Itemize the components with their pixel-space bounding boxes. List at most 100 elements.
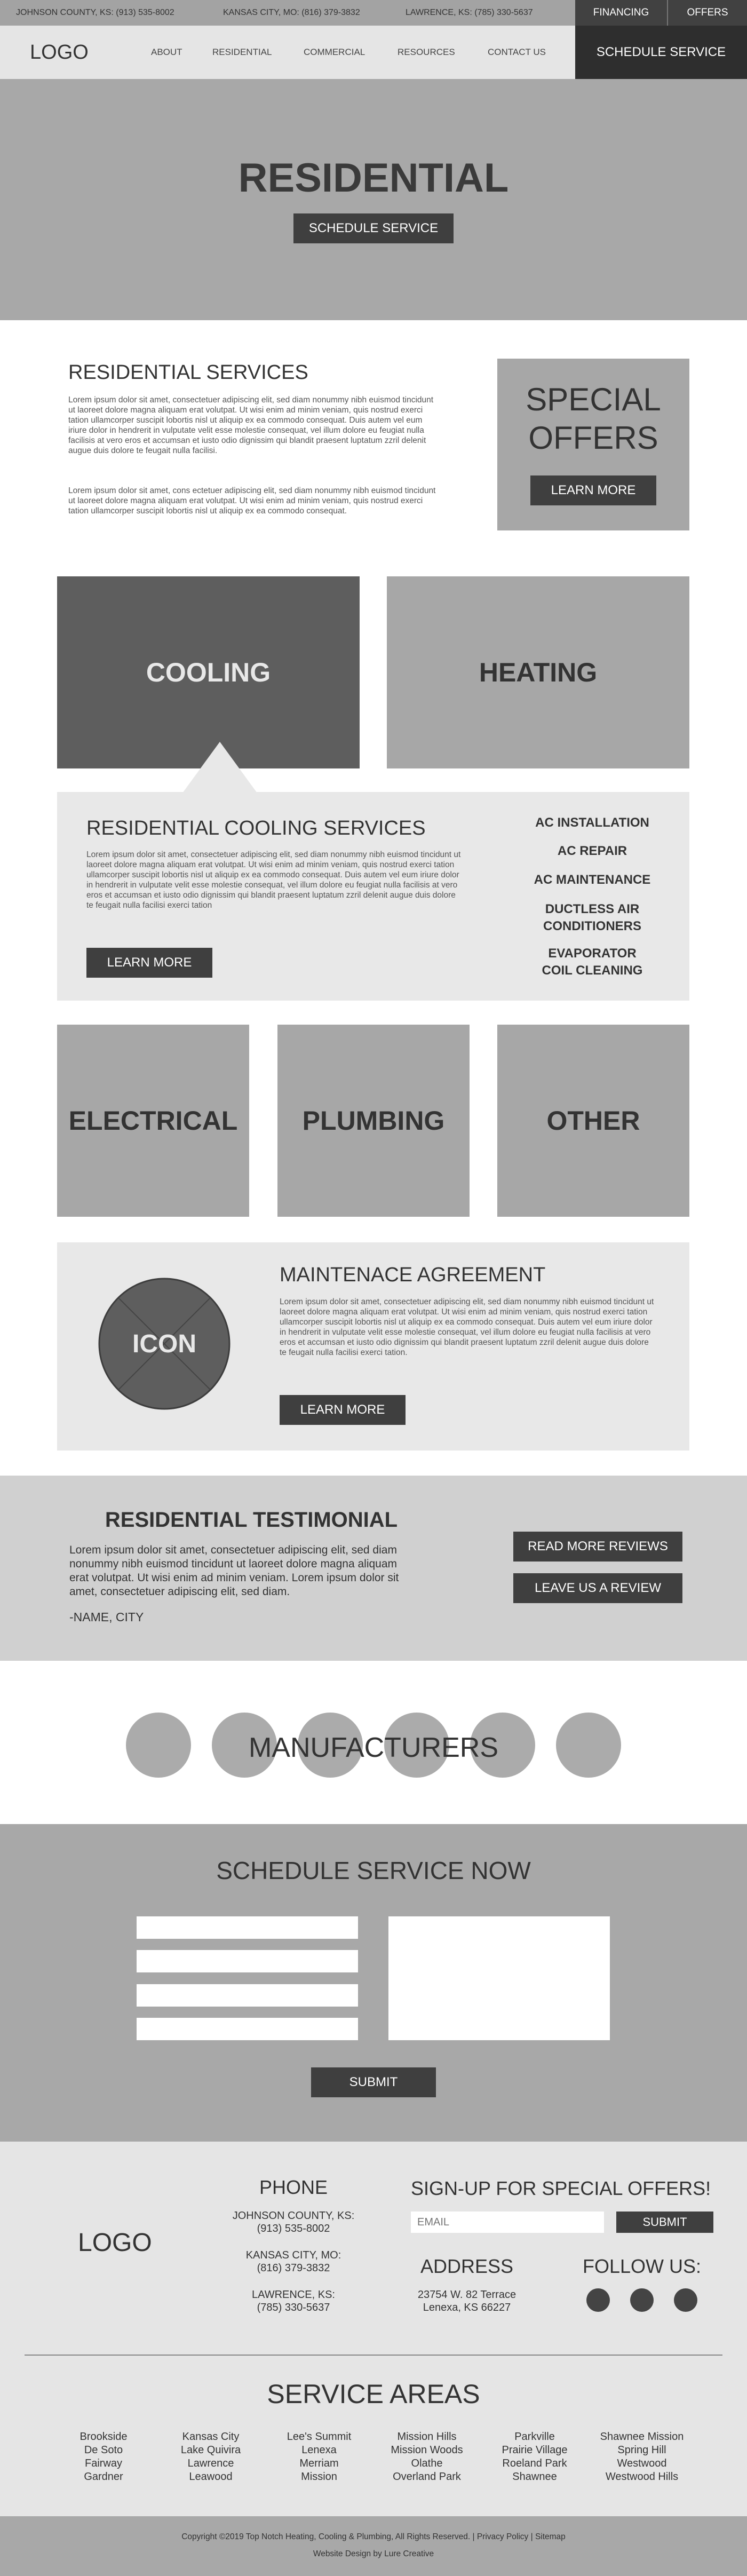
service-area-column: Mission Hills Mission Woods Olathe Overl… <box>382 2430 472 2484</box>
leave-review-button[interactable]: LEAVE US A REVIEW <box>513 1573 682 1603</box>
cooling-services-title: RESIDENTIAL COOLING SERVICES <box>86 817 426 839</box>
electrical-tile[interactable]: ELECTRICAL <box>57 1025 249 1217</box>
service-area-link[interactable]: De Soto <box>58 2444 149 2457</box>
service-area-column: Lee's Summit Lenexa Merriam Mission <box>274 2430 364 2484</box>
service-area-link[interactable]: Brookside <box>58 2430 149 2444</box>
service-area-link[interactable]: Westwood <box>597 2457 687 2470</box>
service-area-link[interactable]: Mission Woods <box>382 2444 472 2457</box>
topbar-phone-kansas-city[interactable]: KANSAS CITY, MO: (816) 379-3832 <box>223 0 360 26</box>
social-icon[interactable] <box>586 2288 610 2312</box>
copyright-text: Copyright ©2019 Top Notch Heating, Cooli… <box>181 2532 566 2541</box>
service-area-link[interactable]: Mission <box>274 2470 364 2484</box>
social-icon[interactable] <box>674 2288 697 2312</box>
maintenance-text: Lorem ipsum dolor sit amet, consectetuer… <box>280 1297 654 1357</box>
social-icon[interactable] <box>630 2288 654 2312</box>
testimonial-title: RESIDENTIAL TESTIMONIAL <box>105 1508 398 1532</box>
topbar-phone-johnson-county[interactable]: JOHNSON COUNTY, KS: (913) 535-8002 <box>16 0 174 26</box>
special-offers-line1: SPECIAL <box>526 381 661 417</box>
name-field[interactable] <box>137 1916 358 1939</box>
service-area-link[interactable]: Merriam <box>274 2457 364 2470</box>
nav-residential[interactable]: RESIDENTIAL <box>212 26 272 79</box>
panel-pointer-arrow <box>182 742 257 793</box>
service-area-link[interactable]: Mission Hills <box>382 2430 472 2444</box>
offers-link[interactable]: OFFERS <box>668 0 747 26</box>
footer-phone-city: LAWRENCE, KS: <box>252 2289 335 2301</box>
ac-maintenance-link[interactable]: AC MAINTENANCE <box>510 873 675 887</box>
nav-resources[interactable]: RESOURCES <box>398 26 455 79</box>
service-area-link[interactable]: Shawnee <box>489 2470 580 2484</box>
service-area-column: Shawnee Mission Spring Hill Westwood Wes… <box>597 2430 687 2484</box>
address-title: ADDRESS <box>420 2255 514 2277</box>
service-area-link[interactable]: Shawnee Mission <box>597 2430 687 2444</box>
service-area-link[interactable]: Leawood <box>165 2470 256 2484</box>
residential-services-title: RESIDENTIAL SERVICES <box>68 361 308 384</box>
service-area-link[interactable]: Lee's Summit <box>274 2430 364 2444</box>
heating-tile[interactable]: HEATING <box>387 576 689 768</box>
other-tile[interactable]: OTHER <box>497 1025 689 1217</box>
signup-submit-button[interactable]: SUBMIT <box>616 2212 713 2233</box>
testimonial-text: Lorem ipsum dolor sit amet, consectetuer… <box>69 1544 399 1598</box>
maintenance-learn-more-button[interactable]: LEARN MORE <box>280 1395 406 1425</box>
footer-logo[interactable]: LOGO <box>78 2228 152 2257</box>
service-area-column: Parkville Prairie Village Roeland Park S… <box>489 2430 580 2484</box>
read-more-reviews-button[interactable]: READ MORE REVIEWS <box>513 1532 682 1562</box>
topbar-phone-lawrence[interactable]: LAWRENCE, KS: (785) 330-5637 <box>406 0 533 26</box>
service-area-link[interactable]: Parkville <box>489 2430 580 2444</box>
address-field[interactable] <box>137 2018 358 2040</box>
intro-paragraph-2: Lorem ipsum dolor sit amet, cons ectetue… <box>68 486 436 516</box>
email-field[interactable] <box>137 1950 358 1972</box>
service-area-link[interactable]: Roeland Park <box>489 2457 580 2470</box>
nav-contact-us[interactable]: CONTACT US <box>488 26 546 79</box>
footer-phone-city: JOHNSON COUNTY, KS: <box>232 2210 355 2222</box>
special-offers-learn-more-button[interactable]: LEARN MORE <box>530 475 656 505</box>
ductless-ac-link[interactable]: DUCTLESS AIR CONDITIONERS <box>526 901 659 935</box>
schedule-service-header-button[interactable]: SCHEDULE SERVICE <box>575 26 747 79</box>
address-line-1: 23754 W. 82 Terrace <box>417 2289 516 2301</box>
top-bar: JOHNSON COUNTY, KS: (913) 535-8002 KANSA… <box>0 0 747 26</box>
service-area-link[interactable]: Fairway <box>58 2457 149 2470</box>
schedule-title: SCHEDULE SERVICE NOW <box>216 1857 531 1884</box>
logo[interactable]: LOGO <box>30 26 89 79</box>
service-area-link[interactable]: Overland Park <box>382 2470 472 2484</box>
financing-link[interactable]: FINANCING <box>575 0 667 26</box>
ac-installation-link[interactable]: AC INSTALLATION <box>510 815 675 830</box>
signup-email-input[interactable] <box>411 2212 604 2233</box>
maintenance-icon-label: ICON <box>132 1329 196 1358</box>
service-area-link[interactable]: Gardner <box>58 2470 149 2484</box>
testimonial-name: -NAME, CITY <box>69 1610 144 1624</box>
service-area-link[interactable]: Westwood Hills <box>597 2470 687 2484</box>
phone-field[interactable] <box>137 1984 358 2007</box>
service-area-link[interactable]: Prairie Village <box>489 2444 580 2457</box>
service-area-link[interactable]: Spring Hill <box>597 2444 687 2457</box>
address-line-2: Lenexa, KS 66227 <box>423 2302 511 2313</box>
nav-commercial[interactable]: COMMERCIAL <box>304 26 365 79</box>
message-field[interactable] <box>388 1916 610 2040</box>
service-area-link[interactable]: Olathe <box>382 2457 472 2470</box>
footer-phone-number[interactable]: (816) 379-3832 <box>213 2262 374 2274</box>
follow-us-title: FOLLOW US: <box>582 2255 702 2277</box>
evaporator-coil-link[interactable]: EVAPORATOR COIL CLEANING <box>536 945 648 979</box>
intro-paragraph-1: Lorem ipsum dolor sit amet, consectetuer… <box>68 395 434 455</box>
footer-phone-number[interactable]: (785) 330-5637 <box>213 2301 374 2314</box>
phone-title: PHONE <box>259 2176 328 2198</box>
plumbing-tile[interactable]: PLUMBING <box>277 1025 470 1217</box>
service-area-link[interactable]: Lawrence <box>165 2457 256 2470</box>
service-area-link[interactable]: Kansas City <box>165 2430 256 2444</box>
special-offers-line2: OFFERS <box>528 419 658 456</box>
service-area-link[interactable]: Lenexa <box>274 2444 364 2457</box>
schedule-submit-button[interactable]: SUBMIT <box>311 2067 436 2097</box>
footer-phone-number[interactable]: (913) 535-8002 <box>213 2222 374 2235</box>
service-area-link[interactable]: Lake Quivira <box>165 2444 256 2457</box>
maintenance-title: MAINTENACE AGREEMENT <box>280 1264 546 1286</box>
nav-about[interactable]: ABOUT <box>151 26 182 79</box>
cooling-learn-more-button[interactable]: LEARN MORE <box>86 948 212 978</box>
service-area-column: Brookside De Soto Fairway Gardner <box>58 2430 149 2484</box>
hero-schedule-button[interactable]: SCHEDULE SERVICE <box>293 213 454 243</box>
website-credit[interactable]: Website Design by Lure Creative <box>0 2547 747 2562</box>
cooling-tile[interactable]: COOLING <box>57 576 360 768</box>
ac-repair-link[interactable]: AC REPAIR <box>510 844 675 859</box>
hero-title: RESIDENTIAL <box>238 155 509 201</box>
service-areas-title: SERVICE AREAS <box>267 2379 480 2409</box>
service-area-column: Kansas City Lake Quivira Lawrence Leawoo… <box>165 2430 256 2484</box>
footer-divider <box>25 2355 722 2356</box>
